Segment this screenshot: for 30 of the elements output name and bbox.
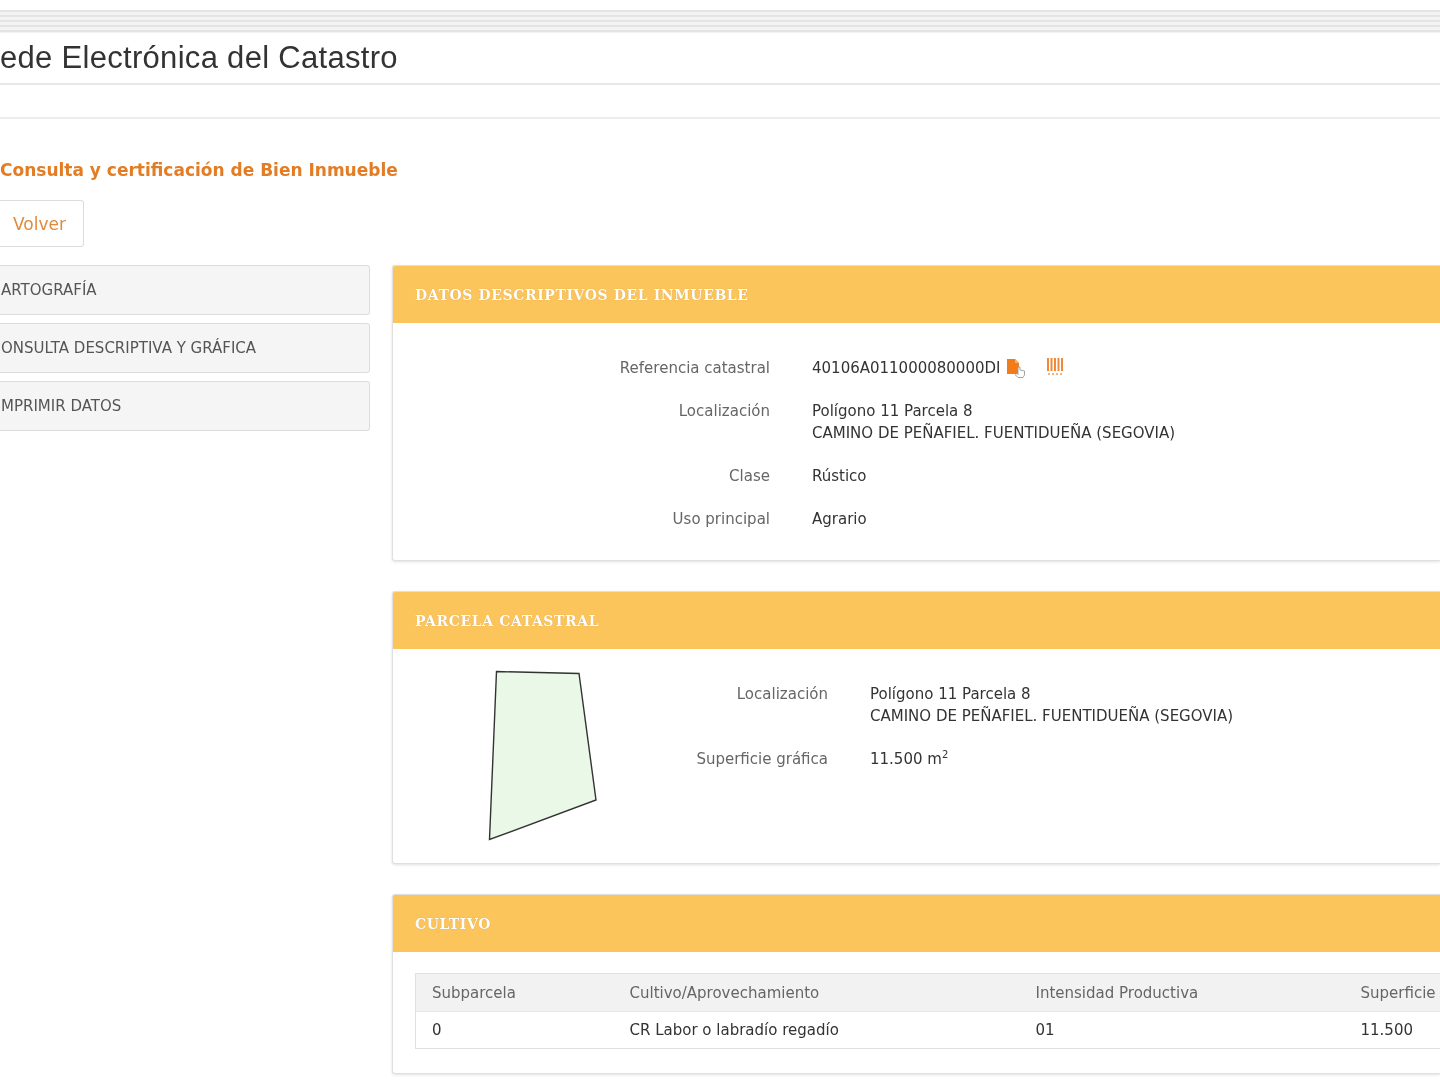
field-value: Rústico bbox=[812, 466, 867, 487]
field-label: Localización bbox=[677, 401, 770, 422]
field-value: Polígono 11 Parcela 8 CAMINO DE PEÑAFIEL. FUENTIDUEÑA (SEGOVIA) bbox=[812, 401, 1176, 444]
table-header-cell: Intensidad Productiva bbox=[1019, 973, 1345, 1012]
table-header-cell: Subparcela bbox=[415, 973, 614, 1012]
site-title: ede Electrónica del Catastro bbox=[0, 40, 398, 76]
field-value: 11.500 m$^{2}$ bbox=[870, 748, 949, 770]
table-cell: 01 bbox=[1019, 1011, 1345, 1049]
menu-item[interactable]: ONSULTA DESCRIPTIVA Y GRÁFICA bbox=[0, 323, 370, 373]
field-label: Uso principal bbox=[671, 509, 770, 530]
menu-item[interactable]: MPRIMIR DATOS bbox=[0, 381, 370, 431]
field-value: Polígono 11 Parcela 8 CAMINO DE PEÑAFIEL. FUENTIDUEÑA (SEGOVIA) bbox=[870, 684, 1234, 727]
field-label: Localización bbox=[735, 684, 828, 705]
barcode-icon[interactable] bbox=[1046, 358, 1066, 375]
menu-item[interactable]: ARTOGRAFÍA bbox=[0, 265, 370, 315]
field-value: 40106A011000080000DI bbox=[812, 358, 1001, 379]
table-cell: CR Labor o labradío regadío bbox=[613, 1011, 1020, 1049]
table-cell: 11.500 bbox=[1344, 1011, 1440, 1049]
document-cursor-icon[interactable] bbox=[1006, 358, 1027, 378]
section-header: PARCELA CATASTRAL bbox=[393, 592, 1440, 649]
field-label: Clase bbox=[728, 466, 770, 487]
field-label: Superficie gráfica bbox=[695, 749, 828, 770]
table-cell: 0 bbox=[415, 1011, 614, 1049]
field-label: Referencia catastral bbox=[618, 358, 770, 379]
section-header: CULTIVO bbox=[393, 895, 1440, 952]
field-value: Agrario bbox=[812, 509, 867, 530]
table-header-cell: Superficie bbox=[1344, 973, 1440, 1012]
section-header: DATOS DESCRIPTIVOS DEL INMUEBLE bbox=[393, 266, 1440, 323]
page-heading: Consulta y certificación de Bien Inmueble bbox=[0, 159, 399, 181]
table-header-cell: Cultivo/Aprovechamiento bbox=[613, 973, 1020, 1012]
